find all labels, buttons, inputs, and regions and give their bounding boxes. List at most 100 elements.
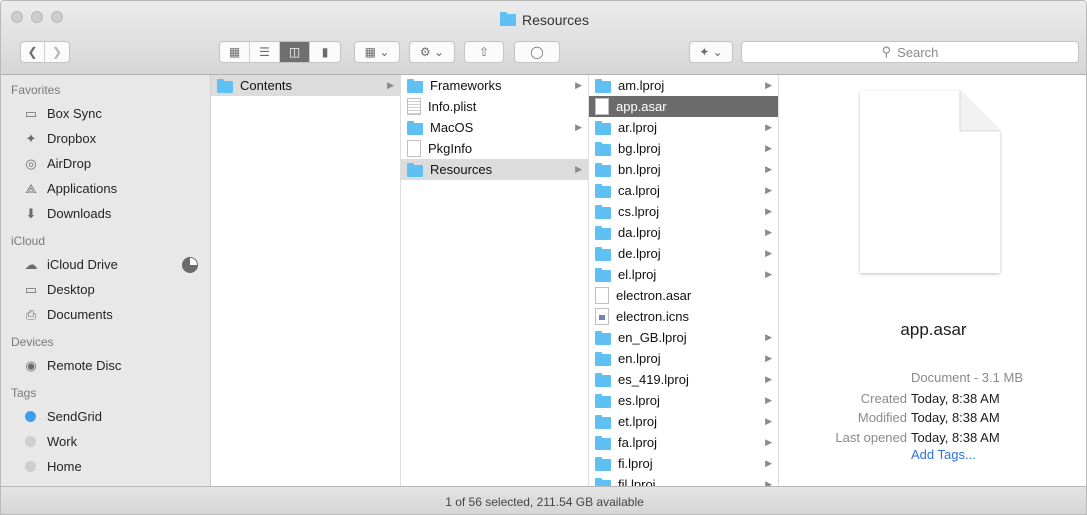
icon-view-icon[interactable]: ▦ bbox=[220, 42, 250, 62]
sidebar-item-remote-disc[interactable]: ◉ Remote Disc bbox=[1, 353, 210, 378]
sidebar-item-icloud-drive[interactable]: ☁ iCloud Drive bbox=[1, 252, 210, 277]
file-name: am.lproj bbox=[618, 78, 665, 93]
file-name: Contents bbox=[240, 78, 293, 93]
list-item[interactable]: ca.lproj ▶ bbox=[589, 180, 778, 201]
preview-pane: app.asar Document - 3.1 MB Created Today… bbox=[779, 75, 1086, 486]
group-by-button[interactable]: ▦ ⌄ bbox=[354, 41, 400, 63]
sidebar-item-documents[interactable]: ⎙ Documents bbox=[1, 302, 210, 327]
column-view-icon[interactable]: ◫ bbox=[280, 42, 310, 62]
chevron-right-icon: ▶ bbox=[765, 143, 772, 153]
list-view-icon[interactable]: ☰ bbox=[250, 42, 280, 62]
sidebar-item-applications[interactable]: ⟁ Applications bbox=[1, 176, 210, 201]
action-button[interactable]: ⚙ ⌄ bbox=[409, 41, 455, 63]
sidebar-section-devices: Devices bbox=[11, 335, 54, 349]
list-item[interactable]: fa.lproj ▶ bbox=[589, 432, 778, 453]
list-item[interactable]: electron.icns bbox=[589, 306, 778, 327]
search-input[interactable]: ⚲ Search bbox=[741, 41, 1079, 63]
file-name: es_419.lproj bbox=[618, 372, 689, 387]
plist-file-icon bbox=[407, 98, 421, 115]
column-3: am.lproj ▶ app.asar ar.lproj ▶ bg.lproj ▶ bn.lp… bbox=[589, 75, 779, 486]
chevron-right-icon: ▶ bbox=[575, 122, 582, 132]
list-item[interactable]: PkgInfo bbox=[401, 138, 588, 159]
chevron-right-icon: ▶ bbox=[387, 80, 394, 90]
list-item[interactable]: de.lproj ▶ bbox=[589, 243, 778, 264]
sidebar-item-sendgrid[interactable]: SendGrid bbox=[1, 404, 210, 429]
folder-icon bbox=[595, 457, 611, 471]
disc-icon: ◉ bbox=[25, 357, 37, 373]
sidebar-item-desktop[interactable]: ▭ Desktop bbox=[1, 277, 210, 302]
sidebar-item-airdrop[interactable]: ◎ AirDrop bbox=[1, 151, 210, 176]
search-placeholder: Search bbox=[897, 44, 939, 60]
sidebar-item-downloads[interactable]: ⬇ Downloads bbox=[1, 201, 210, 226]
document-icon bbox=[595, 287, 609, 304]
chevron-right-icon: ▶ bbox=[765, 374, 772, 384]
folder-icon bbox=[595, 226, 611, 240]
file-name: el.lproj bbox=[618, 267, 657, 282]
file-name: en.lproj bbox=[618, 351, 661, 366]
forward-button[interactable]: ❯ bbox=[45, 42, 69, 62]
list-item[interactable]: da.lproj ▶ bbox=[589, 222, 778, 243]
list-item[interactable]: bn.lproj ▶ bbox=[589, 159, 778, 180]
file-name: MacOS bbox=[430, 120, 474, 135]
chevron-right-icon: ▶ bbox=[765, 437, 772, 447]
list-item[interactable]: fi.lproj ▶ bbox=[589, 453, 778, 474]
list-item[interactable]: Frameworks ▶ bbox=[401, 75, 588, 96]
list-item[interactable]: MacOS ▶ bbox=[401, 117, 588, 138]
list-item[interactable]: am.lproj ▶ bbox=[589, 75, 778, 96]
dropbox-menu-button[interactable]: ✦ ⌄ bbox=[689, 41, 733, 63]
file-name: electron.asar bbox=[616, 288, 692, 303]
list-item[interactable]: en_GB.lproj ▶ bbox=[589, 327, 778, 348]
folder-icon bbox=[407, 79, 423, 93]
file-name: bg.lproj bbox=[618, 141, 661, 156]
chevron-right-icon: ▶ bbox=[765, 479, 772, 486]
folder-icon bbox=[595, 436, 611, 450]
sidebar-item-work[interactable]: Work bbox=[1, 429, 210, 454]
list-item[interactable]: en.lproj ▶ bbox=[589, 348, 778, 369]
list-item[interactable]: ar.lproj ▶ bbox=[589, 117, 778, 138]
title-bar: Resources ❮ ❯ ▦ ☰ ◫ ▮ ▦ ⌄ ⚙ ⌄ ⇧ ◯ ✦ ⌄ ⚲ … bbox=[1, 1, 1086, 75]
file-name: de.lproj bbox=[618, 246, 661, 261]
list-item[interactable]: Resources ▶ bbox=[401, 159, 588, 180]
list-item[interactable]: es_419.lproj ▶ bbox=[589, 369, 778, 390]
back-button[interactable]: ❮ bbox=[21, 42, 45, 62]
chevron-right-icon: ▶ bbox=[765, 80, 772, 90]
list-item[interactable]: el.lproj ▶ bbox=[589, 264, 778, 285]
folder-icon bbox=[595, 184, 611, 198]
list-item[interactable]: app.asar bbox=[589, 96, 778, 117]
share-button[interactable]: ⇧ bbox=[464, 41, 504, 63]
list-item[interactable]: electron.asar bbox=[589, 285, 778, 306]
list-item[interactable]: Info.plist bbox=[401, 96, 588, 117]
folder-icon bbox=[595, 331, 611, 345]
sidebar-item-label: SendGrid bbox=[47, 409, 102, 424]
file-name: fil.lproj bbox=[618, 477, 656, 486]
folder-icon bbox=[595, 415, 611, 429]
storage-usage-icon bbox=[182, 257, 198, 273]
preview-modified-row: Modified Today, 8:38 AM bbox=[779, 410, 1086, 430]
file-name: en_GB.lproj bbox=[618, 330, 687, 345]
sidebar-item-label: AirDrop bbox=[47, 156, 92, 171]
folder-icon bbox=[217, 79, 233, 93]
sidebar-item-box-sync[interactable]: ▭ Box Sync bbox=[1, 101, 210, 126]
file-name: fa.lproj bbox=[618, 435, 658, 450]
file-name: Info.plist bbox=[428, 99, 477, 114]
edit-tags-button[interactable]: ◯ bbox=[514, 41, 560, 63]
sidebar-item-dropbox[interactable]: ✦ Dropbox bbox=[1, 126, 210, 151]
list-item[interactable]: et.lproj ▶ bbox=[589, 411, 778, 432]
file-name: bn.lproj bbox=[618, 162, 661, 177]
cover-flow-view-icon[interactable]: ▮ bbox=[310, 42, 340, 62]
chevron-right-icon: ▶ bbox=[765, 227, 772, 237]
sidebar-item-home[interactable]: Home bbox=[1, 454, 210, 479]
folder-icon bbox=[595, 79, 611, 93]
add-tags-link[interactable]: Add Tags... bbox=[911, 447, 976, 462]
tag-icon: ◯ bbox=[530, 45, 544, 59]
list-item[interactable]: es.lproj ▶ bbox=[589, 390, 778, 411]
sidebar-item-label: Desktop bbox=[47, 282, 95, 297]
file-name: cs.lproj bbox=[618, 204, 660, 219]
list-item[interactable]: cs.lproj ▶ bbox=[589, 201, 778, 222]
list-item[interactable]: bg.lproj ▶ bbox=[589, 138, 778, 159]
tag-color-dot bbox=[25, 436, 36, 447]
list-item[interactable]: Contents ▶ bbox=[211, 75, 400, 96]
modified-label: Modified bbox=[857, 410, 907, 425]
preview-created-row: Created Today, 8:38 AM bbox=[779, 391, 1086, 411]
list-item[interactable]: fil.lproj ▶ bbox=[589, 474, 778, 486]
